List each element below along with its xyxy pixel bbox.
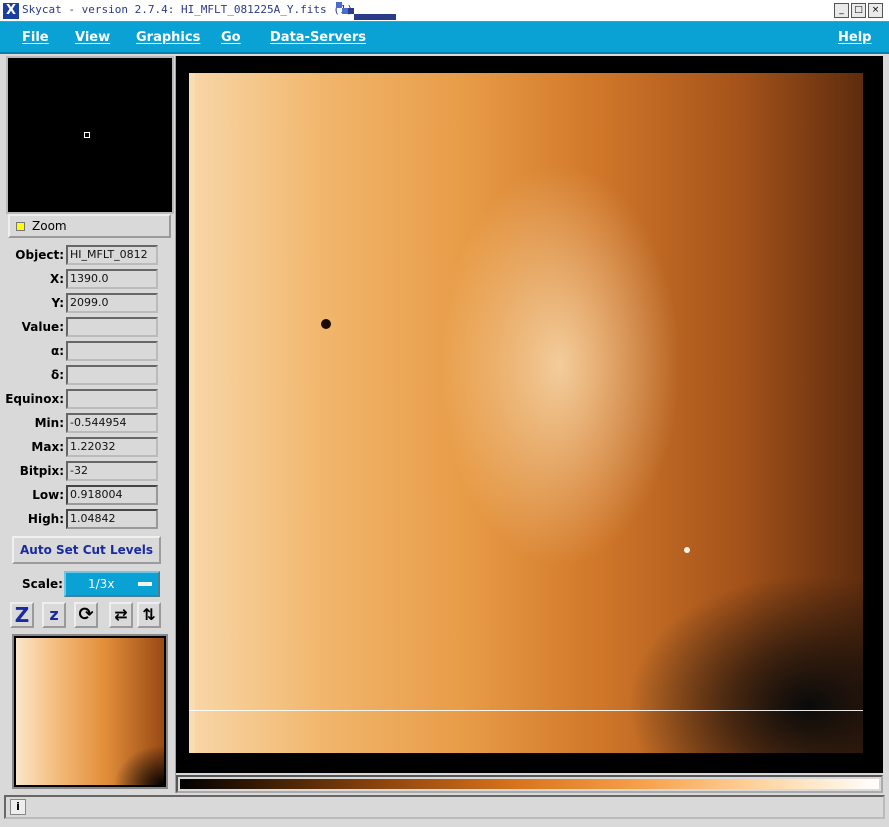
titlebar-decoration bbox=[336, 2, 396, 20]
zoom-toggle[interactable]: Zoom bbox=[8, 214, 171, 238]
zoom-in-icon: Z bbox=[14, 603, 30, 627]
info-label: α: bbox=[50, 344, 64, 358]
status-bar: i bbox=[4, 795, 885, 819]
info-icon[interactable]: i bbox=[10, 799, 26, 815]
image-canvas[interactable] bbox=[176, 56, 883, 773]
flip-y-icon: ⇅ bbox=[142, 605, 156, 624]
alpha-field bbox=[66, 341, 158, 361]
bright-spot bbox=[684, 547, 690, 553]
window-title: Skycat - version 2.7.4: HI_MFLT_081225A_… bbox=[22, 3, 354, 16]
info-row-object: Object: HI_MFLT_0812 bbox=[6, 245, 176, 267]
fits-image[interactable] bbox=[189, 73, 863, 753]
menu-file[interactable]: File bbox=[22, 30, 49, 45]
info-label: Y: bbox=[51, 296, 64, 310]
cut-line[interactable] bbox=[189, 710, 863, 711]
info-label: X: bbox=[49, 272, 64, 286]
flip-y-button[interactable]: ⇅ bbox=[137, 602, 161, 628]
info-row-alpha: α: bbox=[6, 341, 176, 363]
menubar: File View Graphics Go Data-Servers Help bbox=[0, 22, 889, 54]
menu-data-servers[interactable]: Data-Servers bbox=[270, 30, 366, 45]
auto-set-cut-levels-button[interactable]: Auto Set Cut Levels bbox=[12, 536, 161, 564]
info-row-delta: δ: bbox=[6, 365, 176, 387]
dark-spot bbox=[321, 319, 331, 329]
info-row-value: Value: bbox=[6, 317, 176, 339]
info-row-x: X: 1390.0 bbox=[6, 269, 176, 291]
menu-graphics[interactable]: Graphics bbox=[136, 30, 200, 45]
info-row-high: High: 1.04842 bbox=[6, 509, 176, 531]
zoom-checkbox[interactable] bbox=[16, 222, 25, 231]
flip-x-icon: ⇄ bbox=[114, 605, 128, 624]
minimize-button[interactable]: _ bbox=[834, 3, 849, 18]
y-field: 2099.0 bbox=[66, 293, 158, 313]
app-icon[interactable]: X bbox=[3, 3, 19, 19]
delta-field bbox=[66, 365, 158, 385]
info-label: δ: bbox=[50, 368, 64, 382]
pan-window[interactable] bbox=[6, 56, 174, 214]
close-button[interactable]: × bbox=[868, 3, 883, 18]
min-field: -0.544954 bbox=[66, 413, 158, 433]
info-row-low: Low: 0.918004 bbox=[6, 485, 176, 507]
equinox-field bbox=[66, 389, 158, 409]
title-bar: X Skycat - version 2.7.4: HI_MFLT_081225… bbox=[0, 0, 889, 22]
option-menu-indicator-icon bbox=[138, 582, 152, 586]
thumbnail-image bbox=[16, 638, 164, 785]
zoom-out-button[interactable]: z bbox=[42, 602, 66, 628]
scale-select[interactable]: 1/3x bbox=[64, 571, 160, 597]
colorbar-frame bbox=[176, 775, 883, 793]
info-row-min: Min: -0.544954 bbox=[6, 413, 176, 435]
menu-go[interactable]: Go bbox=[221, 30, 241, 45]
info-label: Bitpix: bbox=[19, 464, 64, 478]
rotate-button[interactable]: ⟳ bbox=[74, 602, 98, 628]
info-label: Value: bbox=[21, 320, 64, 334]
value-field bbox=[66, 317, 158, 337]
pan-marker[interactable] bbox=[84, 132, 90, 138]
max-field: 1.22032 bbox=[66, 437, 158, 457]
thumbnail-view[interactable] bbox=[12, 634, 168, 789]
info-row-max: Max: 1.22032 bbox=[6, 437, 176, 459]
zoom-out-icon: z bbox=[49, 605, 59, 624]
info-label: Equinox: bbox=[5, 392, 64, 406]
low-cut-input[interactable]: 0.918004 bbox=[66, 485, 158, 505]
colorbar[interactable] bbox=[180, 779, 879, 789]
menu-view[interactable]: View bbox=[75, 30, 110, 45]
info-label: Low: bbox=[32, 488, 64, 502]
flip-x-button[interactable]: ⇄ bbox=[109, 602, 133, 628]
rotate-icon: ⟳ bbox=[78, 604, 94, 625]
zoom-in-button[interactable]: Z bbox=[10, 602, 34, 628]
zoom-label: Zoom bbox=[32, 219, 67, 233]
info-row-y: Y: 2099.0 bbox=[6, 293, 176, 315]
info-row-bitpix: Bitpix: -32 bbox=[6, 461, 176, 483]
info-label: Min: bbox=[34, 416, 64, 430]
object-field: HI_MFLT_0812 bbox=[66, 245, 158, 265]
info-row-equinox: Equinox: bbox=[5, 389, 176, 411]
bitpix-field: -32 bbox=[66, 461, 158, 481]
menu-help[interactable]: Help bbox=[838, 30, 871, 45]
image-edge bbox=[189, 73, 195, 753]
info-label: Object: bbox=[15, 248, 64, 262]
maximize-button[interactable]: □ bbox=[851, 3, 866, 18]
high-cut-input[interactable]: 1.04842 bbox=[66, 509, 158, 529]
scale-value: 1/3x bbox=[88, 577, 115, 591]
scale-label: Scale: bbox=[22, 577, 63, 591]
info-label: Max: bbox=[31, 440, 64, 454]
info-label: High: bbox=[27, 512, 64, 526]
x-field: 1390.0 bbox=[66, 269, 158, 289]
